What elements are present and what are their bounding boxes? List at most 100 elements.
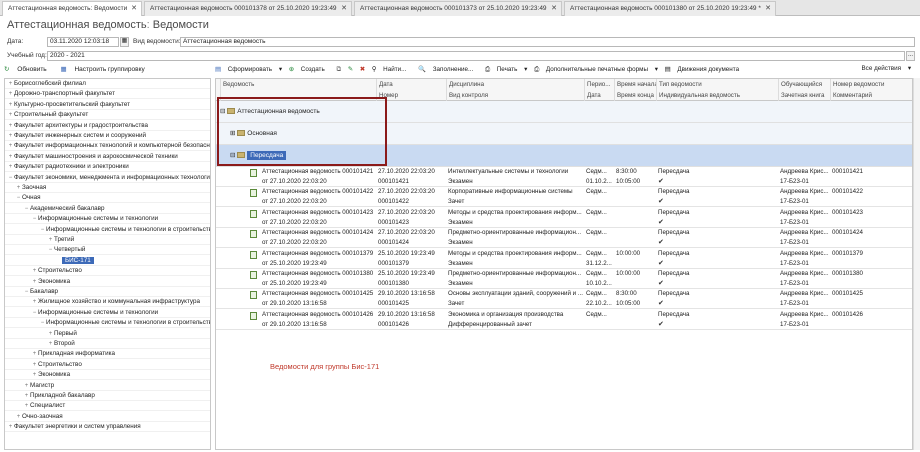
column-header[interactable]: Дисциплина <box>446 79 584 90</box>
tree-node[interactable]: + Специалист <box>5 401 210 412</box>
collapse-icon[interactable]: − <box>31 214 38 223</box>
close-icon[interactable]: ✕ <box>341 2 347 15</box>
expand-icon[interactable]: + <box>7 422 14 431</box>
column-header[interactable]: Дата <box>376 79 446 90</box>
expand-icon[interactable]: + <box>7 121 14 130</box>
expand-icon[interactable]: + <box>23 381 30 390</box>
close-icon[interactable]: ✕ <box>765 2 771 15</box>
calendar-icon[interactable]: ▦ <box>120 37 129 47</box>
collapse-icon[interactable]: − <box>23 287 30 296</box>
tree-node[interactable]: + Очно-заочная <box>5 412 210 422</box>
expand-icon[interactable]: + <box>7 131 14 140</box>
tree-node[interactable]: + Третий <box>5 235 210 245</box>
expand-icon[interactable]: + <box>31 370 38 379</box>
collapse-icon[interactable]: − <box>39 225 46 234</box>
tree-node[interactable]: + Экономика <box>5 277 210 287</box>
tree-node[interactable]: + Факультет радиотехники и электроники <box>5 162 210 173</box>
expand-icon[interactable]: + <box>7 100 14 109</box>
tree-node[interactable]: + Второй <box>5 339 210 349</box>
tree-node[interactable]: + Экономика <box>5 370 210 381</box>
column-header[interactable]: Номер ведомости <box>830 79 912 90</box>
expand-icon[interactable]: + <box>7 141 14 150</box>
all-actions-button[interactable]: Все действия ▾ <box>861 65 911 72</box>
tree-node[interactable]: − Информационные системы и технологии <box>5 214 210 225</box>
tree-node[interactable]: − Информационные системы и технологии <box>5 308 210 318</box>
tree-node[interactable]: + Дорожно-транспортный факультет <box>5 89 210 100</box>
expand-icon[interactable]: + <box>7 162 14 171</box>
collapse-icon[interactable]: − <box>39 318 46 327</box>
tree-node[interactable]: + Прикладной бакалавр <box>5 391 210 401</box>
table-row[interactable]: Аттестационная ведомость 000101422 27.10.… <box>216 187 912 208</box>
expand-icon[interactable]: + <box>31 266 38 275</box>
edit-icon[interactable]: ✎ <box>348 66 353 73</box>
close-icon[interactable]: ✕ <box>131 2 137 15</box>
table-row[interactable]: Аттестационная ведомость 000101421 27.10.… <box>216 167 912 187</box>
tree-node[interactable]: + Факультет инженерных систем и сооружени… <box>5 131 210 141</box>
expand-icon[interactable]: + <box>7 79 14 88</box>
column-header[interactable]: Тип ведомости <box>656 79 778 90</box>
expand-icon[interactable]: + <box>31 277 38 286</box>
close-icon[interactable]: ✕ <box>551 2 557 15</box>
tab-vedomosti-list[interactable]: Аттестационная ведомость: Ведомости ✕ <box>2 1 142 16</box>
tab-document-373[interactable]: Аттестационная ведомость 000101373 от 25… <box>354 1 562 16</box>
mark-delete-icon[interactable]: ✖ <box>360 66 365 73</box>
tree-node[interactable]: − Бакалавр <box>5 287 210 297</box>
tree-node[interactable]: + Факультет машиностроения и аэрокосмичес… <box>5 152 210 162</box>
collapse-icon[interactable]: − <box>47 245 54 254</box>
tree-node[interactable]: + Культурно-просветительский факультет <box>5 100 210 110</box>
configure-grouping-button[interactable]: ▦ Настроить группировку <box>61 66 151 73</box>
collapse-icon[interactable]: − <box>7 173 14 182</box>
search-icon[interactable]: 🔍 <box>418 66 426 73</box>
tree-node[interactable]: − Информационные системы и технологии в с… <box>5 225 210 235</box>
expand-icon[interactable]: + <box>47 339 54 348</box>
tab-document-378[interactable]: Аттестационная ведомость 000101378 от 25… <box>144 1 352 16</box>
tree-node[interactable]: + Факультет информационных технологий и к… <box>5 141 210 152</box>
column-header[interactable]: Дата <box>584 90 614 101</box>
expand-icon[interactable]: + <box>31 349 38 358</box>
column-header[interactable]: Время начала <box>614 79 656 90</box>
tree-node[interactable]: − Четвертый <box>5 245 210 256</box>
expand-icon[interactable]: + <box>31 297 38 306</box>
expand-icon[interactable]: + <box>15 183 22 192</box>
more-print-button[interactable]: ⎙ Дополнительные печатные формы ▾ <box>534 66 658 73</box>
column-header[interactable]: Ведомость <box>220 79 376 90</box>
table-row[interactable]: Аттестационная ведомость 000101380 25.10.… <box>216 269 912 289</box>
tree-node[interactable]: + Борисоглебский филиал <box>5 79 210 89</box>
tree-node[interactable]: − Факультет экономики, менеджмента и инфо… <box>5 173 210 183</box>
tree-node[interactable]: + Жилищное хозяйство и коммунальная инфра… <box>5 297 210 308</box>
expand-icon[interactable]: + <box>23 401 30 410</box>
tree-node[interactable]: БИС-171 <box>5 256 210 266</box>
collapse-icon[interactable]: − <box>15 193 22 202</box>
table-row[interactable]: Аттестационная ведомость 000101423 27.10.… <box>216 208 912 228</box>
column-header[interactable]: Время конца <box>614 90 656 101</box>
column-header[interactable]: Перио... <box>584 79 614 90</box>
generate-button[interactable]: ▤ Сформировать ▾ <box>215 66 282 73</box>
tree-node[interactable]: + Строительство <box>5 266 210 277</box>
find-button[interactable]: ⚲ Найти... <box>372 66 412 73</box>
tree-node[interactable]: − Очная <box>5 193 210 204</box>
table-row[interactable]: Аттестационная ведомость 000101379 25.10.… <box>216 249 912 269</box>
column-header[interactable]: Вид контроля <box>446 90 584 101</box>
tree-node[interactable]: + Магистр <box>5 381 210 391</box>
collapse-icon[interactable]: − <box>31 308 38 317</box>
tree-node[interactable]: + Строительный факультет <box>5 110 210 121</box>
expand-icon[interactable]: + <box>7 152 14 161</box>
vedomost-type-field[interactable]: Аттестационная ведомость <box>180 37 915 47</box>
tree-node[interactable]: + Факультет энергетики и систем управлени… <box>5 422 210 433</box>
create-button[interactable]: ⊕ Создать <box>289 66 330 73</box>
tree-node[interactable]: + Первый <box>5 329 210 339</box>
print-button[interactable]: ⎙ Печать ▾ <box>485 66 527 73</box>
tree-node[interactable]: + Прикладная информатика <box>5 349 210 360</box>
expand-icon[interactable]: + <box>47 329 54 338</box>
date-field[interactable]: 03.11.2020 12:03:18 <box>47 37 119 47</box>
movements-button[interactable]: ▤ Движения документа <box>665 66 744 73</box>
tree-node[interactable]: − Академический бакалавр <box>5 204 210 214</box>
tree-node[interactable]: + Заочная <box>5 183 210 193</box>
academic-year-field[interactable]: 2020 - 2021 <box>47 51 905 61</box>
tree-node[interactable]: + Факультет архитектуры и градостроительс… <box>5 121 210 131</box>
expand-icon[interactable]: + <box>47 235 54 244</box>
tree-node[interactable]: + Строительство <box>5 360 210 370</box>
expand-icon[interactable]: + <box>31 360 38 369</box>
column-header[interactable]: Зачетная книга <box>778 90 830 101</box>
expand-icon[interactable]: + <box>23 391 30 400</box>
